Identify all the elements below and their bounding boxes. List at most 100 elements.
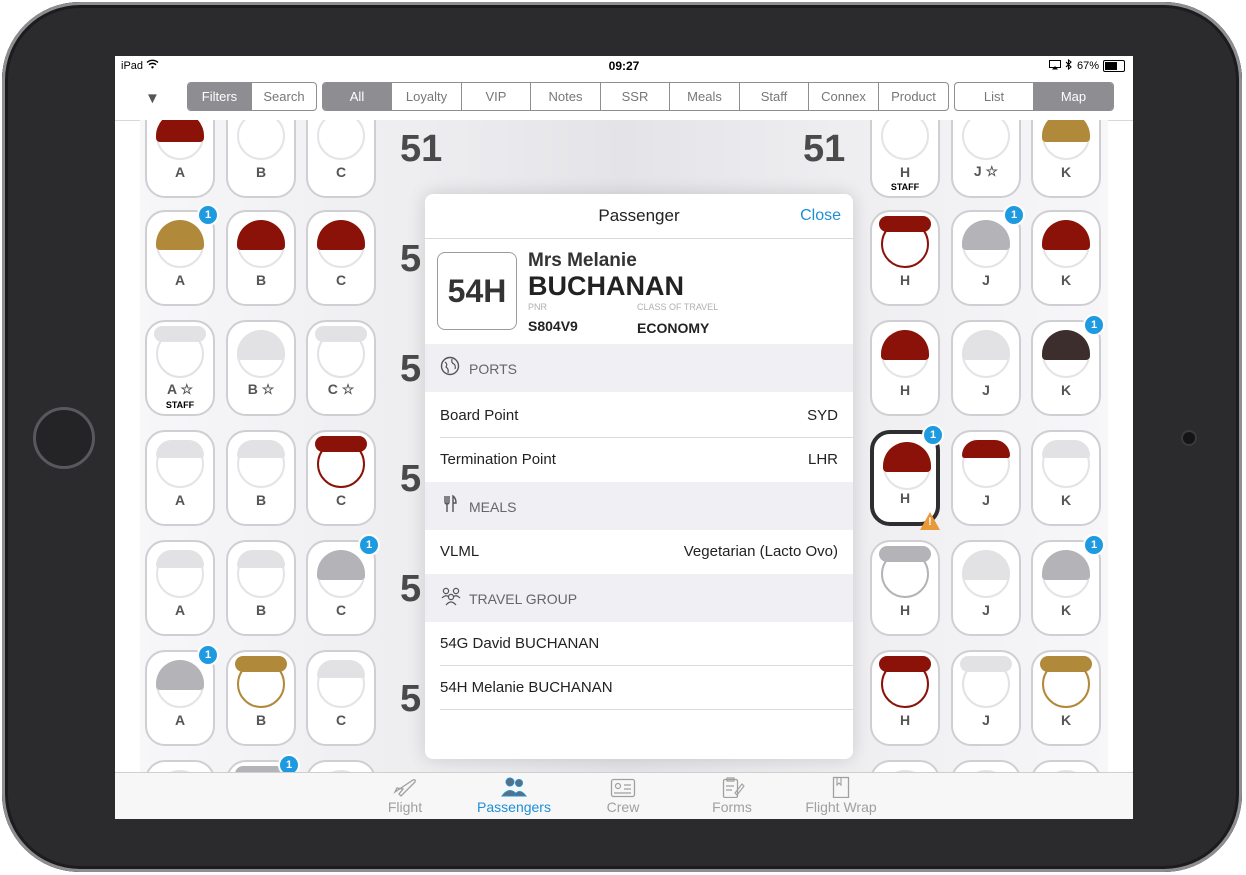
- seat-b[interactable]: B: [226, 540, 296, 636]
- tab-flight-wrap[interactable]: Flight Wrap: [791, 775, 891, 815]
- avatar-hair: [881, 330, 929, 360]
- seat-number-box: 54H: [437, 252, 517, 330]
- seat-b[interactable]: B: [226, 210, 296, 306]
- tab-label: Passengers: [477, 799, 551, 815]
- divider: [425, 238, 853, 239]
- category-segment: All Loyalty VIP Notes SSR Meals Staff Co…: [322, 82, 949, 111]
- view-segment: List Map: [954, 82, 1114, 111]
- seat-letter: C: [335, 272, 347, 288]
- seat-j[interactable]: J ☆: [951, 120, 1021, 198]
- seat-a[interactable]: A: [145, 120, 215, 198]
- seat-j[interactable]: J: [951, 320, 1021, 416]
- seat-b[interactable]: B: [226, 650, 296, 746]
- segment-notes[interactable]: Notes: [531, 83, 601, 110]
- seat-j[interactable]: J: [951, 760, 1021, 772]
- segment-staff[interactable]: Staff: [740, 83, 809, 110]
- notification-badge: 1: [1003, 204, 1025, 226]
- seat-letter: C: [335, 602, 347, 618]
- status-bar: iPad 09:27 67%: [115, 56, 1133, 76]
- seat-k[interactable]: K: [1031, 120, 1101, 198]
- avatar-head: [881, 120, 929, 160]
- seat-letter: C: [335, 712, 347, 728]
- seat-k[interactable]: K: [1031, 430, 1101, 526]
- avatar-hair: [1042, 550, 1090, 580]
- seat-h[interactable]: H: [870, 210, 940, 306]
- seat-a[interactable]: A: [145, 430, 215, 526]
- seat-j[interactable]: J: [951, 540, 1021, 636]
- seat-h[interactable]: H STAFF: [870, 120, 940, 198]
- seat-h[interactable]: H: [870, 650, 940, 746]
- segment-filters[interactable]: Filters: [188, 83, 252, 110]
- seat-a[interactable]: A ☆ STAFF: [145, 320, 215, 416]
- segment-all[interactable]: All: [323, 83, 392, 110]
- seat-h[interactable]: H: [870, 540, 940, 636]
- avatar-hair: [1042, 220, 1090, 250]
- tab-label: Forms: [712, 799, 752, 815]
- seat-c[interactable]: C: [306, 650, 376, 746]
- avatar-hair: [317, 220, 365, 250]
- seat-a[interactable]: A: [145, 760, 215, 772]
- seat-k[interactable]: K: [1031, 210, 1101, 306]
- segment-vip[interactable]: VIP: [462, 83, 531, 110]
- battery-percent: 67%: [1076, 60, 1099, 72]
- avatar-hair: [1042, 330, 1090, 360]
- folder-icon: [791, 775, 891, 799]
- segment-meals[interactable]: Meals: [670, 83, 740, 110]
- row-value: Vegetarian (Lacto Ovo): [683, 543, 838, 560]
- fork-knife-icon: [440, 494, 460, 519]
- section-title: MEALS: [469, 499, 517, 515]
- home-button[interactable]: [33, 407, 95, 469]
- seat-k[interactable]: K: [1031, 760, 1101, 772]
- seat-letter: A: [174, 272, 186, 288]
- group-member-row[interactable]: 54H Melanie BUCHANAN: [425, 666, 853, 710]
- close-button[interactable]: Close: [800, 207, 841, 225]
- segment-map[interactable]: Map: [1034, 83, 1113, 110]
- segment-list[interactable]: List: [955, 83, 1034, 110]
- seat-j[interactable]: J: [951, 430, 1021, 526]
- group-member-row[interactable]: 54G David BUCHANAN: [425, 622, 853, 666]
- segment-search[interactable]: Search: [252, 83, 316, 110]
- tab-label: Flight: [387, 799, 423, 815]
- seat-c[interactable]: C: [306, 210, 376, 306]
- seat-letter: B: [255, 712, 267, 728]
- battery-icon: [1103, 60, 1125, 72]
- seat-letter: H: [899, 490, 911, 506]
- seat-j[interactable]: J: [951, 650, 1021, 746]
- seat-letter: J ☆: [973, 163, 999, 179]
- segment-connex[interactable]: Connex: [809, 83, 879, 110]
- clipboard-icon: [682, 775, 782, 799]
- tab-crew[interactable]: Crew: [573, 775, 673, 815]
- avatar-head: [317, 120, 365, 160]
- seat-letter: C: [335, 164, 347, 180]
- seat-a[interactable]: A: [145, 540, 215, 636]
- segment-product[interactable]: Product: [879, 83, 948, 110]
- tab-flight[interactable]: Flight: [355, 775, 455, 815]
- seat-h[interactable]: H: [870, 760, 940, 772]
- segment-loyalty[interactable]: Loyalty: [392, 83, 462, 110]
- people-icon: [464, 775, 564, 799]
- dropdown-triangle-icon[interactable]: ▼: [145, 90, 160, 107]
- seat-c[interactable]: C: [306, 760, 376, 772]
- tab-label: Flight Wrap: [805, 799, 877, 815]
- airplay-icon: [1048, 59, 1061, 73]
- seat-c[interactable]: C: [306, 430, 376, 526]
- seat-letter: A ☆: [166, 381, 194, 397]
- segment-ssr[interactable]: SSR: [601, 83, 670, 110]
- seat-h[interactable]: H: [870, 320, 940, 416]
- avatar-hair: [1042, 120, 1090, 142]
- avatar-hair: [1042, 440, 1090, 458]
- group-member: 54G David BUCHANAN: [440, 635, 600, 652]
- row-number-left: 5: [400, 458, 422, 500]
- seat-b[interactable]: B ☆: [226, 320, 296, 416]
- seat-b[interactable]: B: [226, 430, 296, 526]
- notification-badge: 1: [358, 534, 380, 556]
- tab-passengers[interactable]: Passengers: [464, 775, 564, 815]
- seat-b[interactable]: B: [226, 120, 296, 198]
- seat-c[interactable]: C: [306, 120, 376, 198]
- seat-c[interactable]: C ☆: [306, 320, 376, 416]
- group-member: 54H Melanie BUCHANAN: [440, 679, 613, 696]
- seat-k[interactable]: K: [1031, 650, 1101, 746]
- id-card-icon: [573, 775, 673, 799]
- avatar-hair: [237, 330, 285, 360]
- tab-forms[interactable]: Forms: [682, 775, 782, 815]
